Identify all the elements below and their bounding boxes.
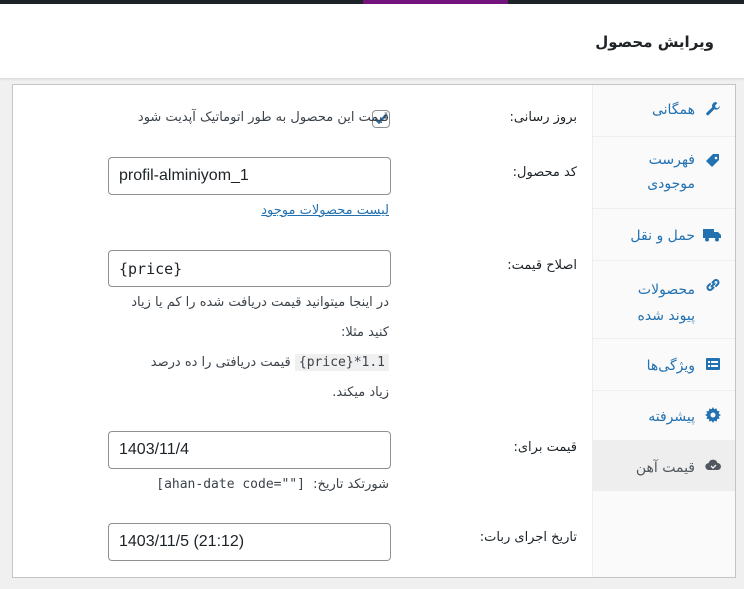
- tab-iron-price[interactable]: قیمت آهن: [593, 441, 735, 491]
- list-icon: [705, 356, 721, 372]
- product-data-tabs: همگانی فهرست موجودی حمل و نقل محصولات پی…: [592, 85, 735, 577]
- date-shortcode: [ahan-date code=""]: [156, 477, 305, 492]
- date-shortcode-label: شورتکد تاریخ:: [313, 477, 389, 492]
- auto-update-label: بروز رسانی:: [509, 110, 577, 125]
- tab-linked-products-label: محصولات پیوند شده: [637, 282, 695, 324]
- link-icon: [705, 277, 721, 293]
- product-code-label: کد محصول:: [512, 165, 577, 180]
- tag-icon: [705, 153, 721, 169]
- wrench-icon: [705, 101, 721, 117]
- tab-inventory-label: فهرست موجودی: [647, 152, 695, 192]
- tab-inventory[interactable]: فهرست موجودی: [593, 137, 735, 209]
- tab-shipping-label: حمل و نقل: [630, 228, 695, 244]
- product-code-input[interactable]: profil-alminiyom_1: [108, 157, 391, 195]
- price-fix-help-line1: در اینجا میتوانید قیمت دریافت شده را کم …: [131, 295, 389, 310]
- page-title: ویرایش محصول: [595, 33, 714, 51]
- page-header: ویرایش محصول: [0, 4, 744, 79]
- tab-shipping[interactable]: حمل و نقل: [593, 209, 735, 261]
- tab-advanced-label: پیشرفته: [648, 409, 695, 425]
- tab-linked-products[interactable]: محصولات پیوند شده: [593, 261, 735, 339]
- robot-run-label: تاریخ اجرای ربات:: [479, 530, 577, 545]
- truck-icon: [703, 228, 721, 244]
- existing-products-link[interactable]: لیست محصولات موجود: [261, 203, 389, 218]
- price-fix-example-text: قیمت دریافتی را ده درصد: [150, 355, 291, 370]
- auto-update-text: قیمت این محصول به طور اتوماتیک آپدیت شود: [137, 110, 389, 125]
- product-data-panel: همگانی فهرست موجودی حمل و نقل محصولات پی…: [12, 84, 736, 578]
- price-for-label: قیمت برای:: [513, 440, 577, 455]
- price-for-input[interactable]: 1403/11/4: [108, 431, 391, 469]
- date-shortcode-line: شورتکد تاریخ: [ahan-date code=""]: [49, 470, 389, 500]
- price-fix-example: {price}*1.1 قیمت دریافتی را ده درصد: [49, 348, 389, 378]
- tab-general[interactable]: همگانی: [593, 85, 735, 137]
- tab-iron-price-label: قیمت آهن: [635, 460, 695, 476]
- tab-general-label: همگانی: [651, 102, 695, 118]
- tab-attributes[interactable]: ویژگی‌ها: [593, 339, 735, 391]
- price-fix-label: اصلاح قیمت:: [507, 258, 577, 273]
- price-fix-input[interactable]: {price}: [108, 250, 391, 287]
- tab-attributes-label: ویژگی‌ها: [646, 358, 695, 374]
- tab-advanced[interactable]: پیشرفته: [593, 391, 735, 441]
- gear-icon: [705, 407, 721, 423]
- price-fix-example-code: {price}*1.1: [294, 354, 389, 371]
- cloud-icon: [705, 458, 721, 474]
- price-fix-help-line2: کنید مثلا:: [340, 325, 389, 340]
- price-fix-example-line2: زیاد میکند.: [332, 385, 389, 400]
- robot-run-input[interactable]: 1403/11/5 (21:12): [108, 523, 391, 561]
